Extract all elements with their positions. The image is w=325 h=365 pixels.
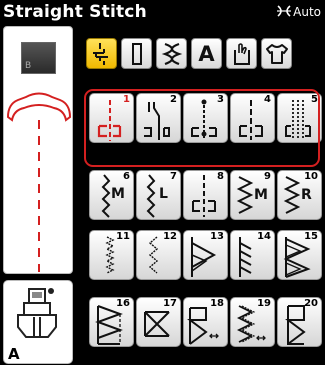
stitch-button-9[interactable]: 9 M xyxy=(230,170,275,220)
stitch-number: 15 xyxy=(304,231,318,242)
stitch-number: 7 xyxy=(170,171,177,182)
stitch-letter: L xyxy=(159,186,168,202)
tab-decorative-stitches[interactable] xyxy=(156,38,187,69)
needle-position-button[interactable]: B xyxy=(21,42,56,74)
stitch-button-1[interactable]: 1 xyxy=(89,93,134,143)
stitch-number: 9 xyxy=(264,171,271,182)
stitch-number: 6 xyxy=(123,171,130,182)
stitch-button-19[interactable]: 19 xyxy=(230,297,275,347)
stitch-button-14[interactable]: 14 xyxy=(230,230,275,280)
stitch-button-13[interactable]: 13 xyxy=(183,230,228,280)
stitch-number: 17 xyxy=(163,298,177,309)
tab-alphabet[interactable]: A xyxy=(191,38,222,69)
stitch-number: 2 xyxy=(170,94,177,105)
stitch-preview-graphic xyxy=(6,92,72,272)
stitch-number: 5 xyxy=(311,94,318,105)
stitch-number: 16 xyxy=(116,298,130,309)
stitch-number: 19 xyxy=(257,298,271,309)
presser-foot-icon xyxy=(17,288,57,338)
stitch-button-18[interactable]: 18 xyxy=(183,297,228,347)
stitch-letter: M xyxy=(111,186,125,202)
stitch-number: 20 xyxy=(304,298,318,309)
stitch-button-12[interactable]: 12 xyxy=(136,230,181,280)
presser-foot-indicator[interactable]: A xyxy=(3,280,73,364)
stitch-letter: M xyxy=(254,187,268,203)
stitch-number: 10 xyxy=(304,171,318,182)
foot-label: A xyxy=(8,345,20,363)
stitch-number: 18 xyxy=(210,298,224,309)
decorative-stitch-icon xyxy=(161,42,182,65)
tab-buttonholes[interactable] xyxy=(121,38,152,69)
quilting-hand-icon xyxy=(233,42,250,65)
stitch-number: 1 xyxy=(123,94,130,105)
stitch-preview: B xyxy=(3,26,73,274)
needle-label: B xyxy=(25,61,32,71)
stitch-number: 4 xyxy=(264,94,271,105)
stitch-number: 13 xyxy=(210,231,224,242)
stitch-button-3[interactable]: 3 xyxy=(183,93,228,143)
left-panel: B A xyxy=(3,26,73,364)
buttonhole-icon xyxy=(131,42,142,65)
stitch-button-5[interactable]: 5 xyxy=(277,93,322,143)
auto-label: Auto xyxy=(293,5,321,19)
stitch-letter: R xyxy=(301,187,312,203)
stitch-button-17[interactable]: 17 xyxy=(136,297,181,347)
stitch-button-7[interactable]: 7 L xyxy=(136,170,181,220)
stitch-number: 3 xyxy=(217,94,224,105)
auto-thread-tension-button[interactable]: Auto xyxy=(276,0,321,24)
stitch-button-2[interactable]: 2 xyxy=(136,93,181,143)
shirt-icon xyxy=(265,43,288,64)
stitch-button-16[interactable]: 16 xyxy=(89,297,134,347)
stitch-number: 14 xyxy=(257,231,271,242)
stitch-button-4[interactable]: 4 xyxy=(230,93,275,143)
stitch-button-8[interactable]: 8 xyxy=(183,170,228,220)
page-title: Straight Stitch xyxy=(3,2,147,22)
stitch-button-10[interactable]: 10 R xyxy=(277,170,322,220)
stitch-number: 12 xyxy=(163,231,177,242)
stitch-button-11[interactable]: 11 xyxy=(89,230,134,280)
alphabet-label: A xyxy=(198,41,215,66)
tab-utility-stitches[interactable] xyxy=(86,38,117,69)
stitch-button-20[interactable]: 20 xyxy=(277,297,322,347)
stitch-number: 11 xyxy=(116,231,130,242)
utility-stitch-icon xyxy=(92,42,108,65)
tab-quilting[interactable] xyxy=(226,38,257,69)
stitch-button-6[interactable]: 6 M xyxy=(89,170,134,220)
auto-tension-icon xyxy=(276,3,292,22)
stitch-number: 8 xyxy=(217,171,224,182)
tab-personal-program[interactable] xyxy=(261,38,292,69)
stitch-button-15[interactable]: 15 xyxy=(277,230,322,280)
